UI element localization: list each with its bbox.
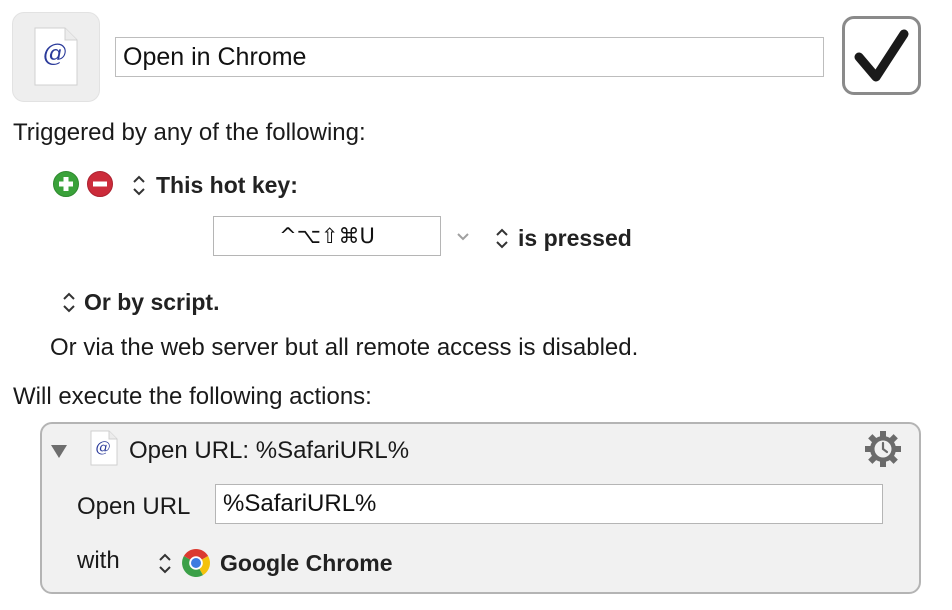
with-label: with [77,547,120,574]
url-document-icon: @ [34,27,78,86]
open-url-action-icon: @ [90,430,118,466]
macro-icon-well[interactable]: @ [12,12,100,102]
web-server-note: Or via the web server but all remote acc… [50,334,639,361]
open-url-label: Open URL [77,493,191,520]
triggers-heading: Triggered by any of the following: [13,119,366,146]
hotkey-condition-popup[interactable]: is pressed [493,223,632,253]
add-trigger-button[interactable] [53,171,79,197]
svg-text:@: @ [96,438,111,456]
disclosure-triangle-icon[interactable] [50,443,68,459]
hotkey-dropdown-chevron-icon[interactable] [455,230,471,244]
updown-chevron-icon [159,553,171,574]
hotkey-field[interactable]: ^⌥⇧⌘U [213,216,441,256]
application-name: Google Chrome [220,549,393,576]
svg-text:@: @ [43,39,67,67]
hotkey-condition-label: is pressed [518,224,632,251]
plus-icon [59,177,73,191]
updown-chevron-icon [496,228,508,249]
actions-heading: Will execute the following actions: [13,383,372,410]
application-popup[interactable]: Google Chrome [156,547,393,579]
trigger-type-popup[interactable]: This hot key: [130,170,298,200]
checkmark-icon [854,29,909,82]
macro-name-field[interactable]: Open in Chrome [115,37,824,77]
updown-chevron-icon [133,175,145,196]
open-url-field[interactable]: %SafariURL% [215,484,883,524]
script-trigger-label: Or by script. [84,288,220,315]
updown-chevron-icon [63,292,75,313]
remove-trigger-button[interactable] [87,171,113,197]
trigger-type-label: This hot key: [156,171,298,198]
add-trigger-popup[interactable]: Or by script. [60,287,219,317]
minus-icon [93,181,107,187]
gear-icon[interactable] [864,430,902,468]
macro-enabled-checkbox[interactable] [842,16,921,95]
chrome-icon [182,549,210,577]
action-title: Open URL: %SafariURL% [129,437,410,464]
